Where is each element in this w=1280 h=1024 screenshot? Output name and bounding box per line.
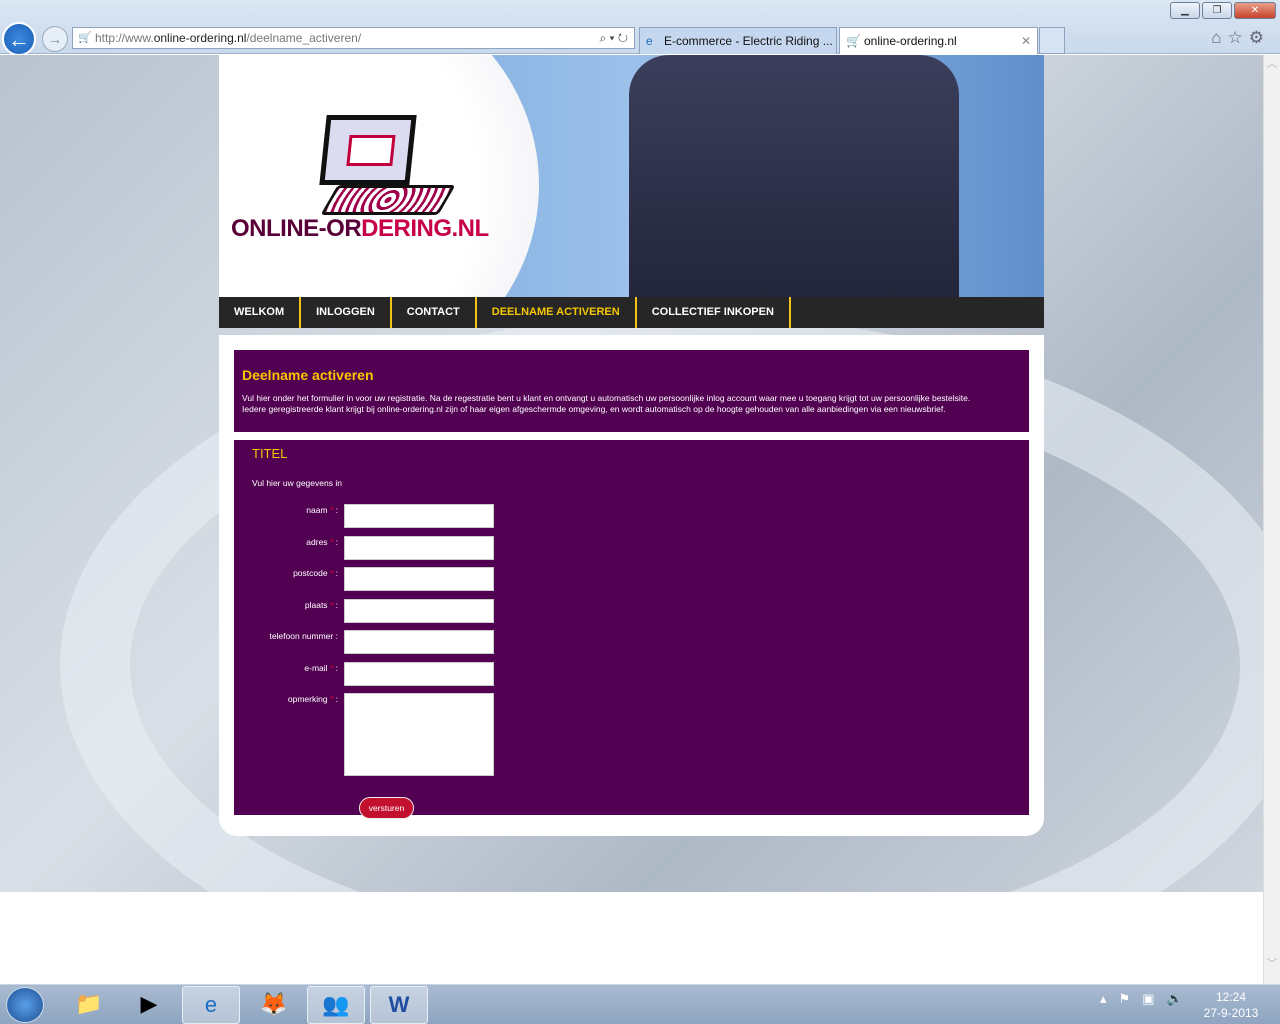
field-opmerking: opmerking * :	[234, 693, 494, 776]
firefox-icon[interactable]: 🦊	[245, 986, 303, 1024]
volume-icon[interactable]: 🔈	[1166, 991, 1194, 1006]
nav-collectief-inkopen[interactable]: COLLECTIEF INKOPEN	[637, 297, 791, 328]
form-subtitle: Vul hier uw gegevens in	[252, 478, 342, 488]
ie-icon[interactable]: e	[182, 986, 240, 1024]
taskbar: 📁 ▶ e 🦊 👥 W ▴⚑▣🔈 12:24 27-9-2013	[0, 984, 1280, 1024]
home-icon[interactable]: ⌂	[1211, 28, 1227, 47]
start-button[interactable]	[6, 987, 44, 1023]
page-viewport: ONLINE-ORDERING.NL WELKOM INLOGGEN CONTA…	[0, 55, 1263, 892]
intro-text: Vul hier onder het formulier in voor uw …	[242, 393, 971, 403]
nav-contact[interactable]: CONTACT	[392, 297, 477, 328]
messenger-icon[interactable]: 👥	[307, 986, 365, 1024]
address-bar[interactable]: 🛒 http://www.online-ordering.nl/deelname…	[72, 27, 635, 49]
restore-button[interactable]: ❐	[1202, 2, 1232, 19]
postcode-input[interactable]	[344, 567, 494, 591]
naam-input[interactable]	[344, 504, 494, 528]
registration-form: TITEL Vul hier uw gegevens in naam * : a…	[234, 440, 1029, 819]
field-naam: naam * :	[234, 504, 494, 528]
gear-icon[interactable]: ⚙	[1249, 28, 1270, 47]
close-tab-icon[interactable]: ✕	[1021, 28, 1031, 54]
scroll-up-icon[interactable]: ︿	[1264, 55, 1280, 70]
vertical-scrollbar[interactable]: ︿ ﹀	[1263, 55, 1280, 984]
close-button[interactable]: ✕	[1234, 2, 1276, 19]
site-container: ONLINE-ORDERING.NL WELKOM INLOGGEN CONTA…	[219, 55, 1044, 836]
site-logo[interactable]: ONLINE-ORDERING.NL	[231, 215, 489, 243]
show-hidden-icon[interactable]: ▴	[1100, 991, 1119, 1006]
media-player-icon[interactable]: ▶	[120, 986, 178, 1024]
clock[interactable]: 12:24 27-9-2013	[1196, 989, 1266, 1021]
content: Deelname activeren Vul hier onder het fo…	[219, 335, 1044, 836]
new-tab-button[interactable]	[1039, 27, 1065, 54]
minimize-button[interactable]: ▁	[1170, 2, 1200, 19]
opmerking-textarea[interactable]	[344, 693, 494, 776]
site-header: ONLINE-ORDERING.NL	[219, 55, 1044, 297]
page-blank-area	[0, 892, 1263, 984]
intro-text: Iedere geregistreerde klant krijgt bij o…	[242, 404, 946, 414]
field-plaats: plaats * :	[234, 599, 494, 623]
cart-icon: 🛒	[78, 32, 92, 44]
field-telefoon: telefoon nummer :	[234, 630, 494, 654]
scroll-down-icon[interactable]: ﹀	[1264, 955, 1280, 970]
browser-tools: ⌂☆⚙	[1211, 28, 1270, 48]
main-nav: WELKOM INLOGGEN CONTACT DEELNAME ACTIVER…	[219, 297, 1044, 328]
cart-icon: 🛒	[846, 34, 861, 48]
nav-inloggen[interactable]: INLOGGEN	[301, 297, 392, 328]
forward-button[interactable]: →	[42, 26, 68, 52]
ie-icon: e	[646, 34, 653, 48]
field-email: e-mail * :	[234, 662, 494, 686]
email-input[interactable]	[344, 662, 494, 686]
system-tray: ▴⚑▣🔈	[1100, 991, 1195, 1007]
tab-online-ordering[interactable]: 🛒 online-ordering.nl ✕	[839, 27, 1038, 54]
form-title: TITEL	[252, 446, 288, 461]
network-icon[interactable]: ▣	[1142, 991, 1166, 1006]
star-icon[interactable]: ☆	[1228, 28, 1249, 47]
page-title: Deelname activeren	[242, 367, 374, 383]
back-button[interactable]: ←	[2, 22, 36, 56]
nav-deelname-activeren[interactable]: DEELNAME ACTIVEREN	[477, 297, 637, 328]
tab-ecommerce[interactable]: e E-commerce - Electric Riding ...	[639, 27, 837, 54]
nav-welkom[interactable]: WELKOM	[219, 297, 302, 328]
header-photo	[629, 55, 959, 297]
submit-button[interactable]: versturen	[359, 797, 414, 819]
adres-input[interactable]	[344, 536, 494, 560]
field-adres: adres * :	[234, 536, 494, 560]
plaats-input[interactable]	[344, 599, 494, 623]
browser-chrome: ▁ ❐ ✕ ← → 🛒 http://www.online-ordering.n…	[0, 0, 1280, 56]
telefoon-input[interactable]	[344, 630, 494, 654]
search-refresh-icons[interactable]: ⌕ ▾ ↻	[599, 28, 628, 48]
explorer-icon[interactable]: 📁	[60, 986, 118, 1024]
intro-box: Deelname activeren Vul hier onder het fo…	[234, 350, 1029, 432]
field-postcode: postcode * :	[234, 567, 494, 591]
flag-icon[interactable]: ⚑	[1119, 991, 1143, 1006]
window-controls: ▁ ❐ ✕	[1170, 2, 1276, 19]
laptop-logo-icon	[319, 115, 417, 185]
word-icon[interactable]: W	[370, 986, 428, 1024]
